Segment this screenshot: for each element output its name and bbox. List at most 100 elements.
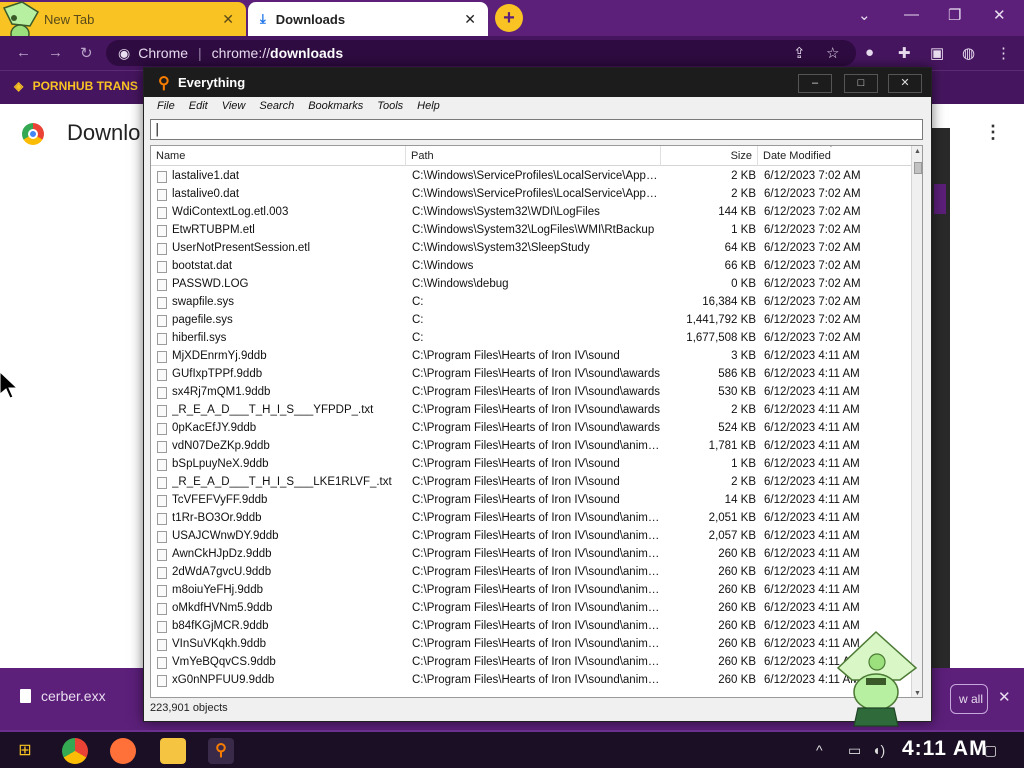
everything-taskbar-icon[interactable]: ⚲ — [208, 738, 234, 764]
row-name: VInSuVKqkh.9ddb — [172, 638, 266, 650]
table-row[interactable]: MjXDEnrmYj.9ddb C:\Program Files\Hearts o… — [151, 348, 911, 366]
menu-search[interactable]: Search — [252, 97, 301, 117]
new-tab-button[interactable]: + — [495, 4, 523, 32]
table-row[interactable]: GUfIxpTPPf.9ddb C:\Program Files\Hearts o… — [151, 366, 911, 384]
table-row[interactable]: bootstat.dat C:\Windows 66 KB 6/12/2023 7:0… — [151, 258, 911, 276]
table-row[interactable]: swapfile.sys C: 16,384 KB 6/12/2023 7:02 AM — [151, 294, 911, 312]
menu-edit[interactable]: Edit — [182, 97, 215, 117]
taskbar-clock[interactable]: 4:11 AM — [902, 737, 988, 761]
back-icon[interactable]: ← — [16, 44, 31, 61]
table-row[interactable]: AwnCkHJpDz.9ddb C:\Program Files\Hearts o… — [151, 546, 911, 564]
row-path: C:\Program Files\Hearts of Iron IV\sound — [412, 350, 620, 362]
table-row[interactable]: 2dWdA7gvcU.9ddb C:\Program Files\Hearts o… — [151, 564, 911, 582]
table-row[interactable]: oMkdfHVNm5.9ddb C:\Program Files\Hearts o… — [151, 600, 911, 618]
file-explorer-icon[interactable] — [160, 738, 186, 764]
results-list[interactable]: Name Path Size Date Modified ▼ lastalive… — [150, 145, 923, 698]
side-panel-icon[interactable]: ▣ — [930, 44, 944, 62]
minimize-icon[interactable]: – — [798, 74, 832, 93]
extension-avatar-icon[interactable]: ● — [865, 44, 874, 61]
row-size: 530 KB — [718, 386, 756, 398]
show-all-button[interactable]: w all — [950, 684, 988, 714]
forward-icon[interactable]: → — [48, 44, 63, 61]
bookmark-star-icon[interactable]: ☆ — [826, 44, 839, 62]
close-icon[interactable]: ✕ — [888, 74, 922, 93]
reload-icon[interactable]: ↻ — [80, 44, 93, 62]
mascot-sticker — [836, 630, 918, 727]
profile-icon[interactable]: ◍ — [962, 44, 975, 62]
table-row[interactable]: t1Rr-BO3Or.9ddb C:\Program Files\Hearts o… — [151, 510, 911, 528]
table-row[interactable]: TcVFEFVyFF.9ddb C:\Program Files\Hearts o… — [151, 492, 911, 510]
row-date: 6/12/2023 4:11 AM — [764, 548, 860, 560]
address-bar[interactable]: ◉ Chrome | chrome:// downloads — [106, 40, 856, 66]
restore-icon[interactable]: ❐ — [948, 6, 961, 24]
chevron-down-icon[interactable]: ⌄ — [858, 6, 871, 24]
menu-kebab-icon[interactable]: ⋮ — [996, 44, 1011, 62]
menu-file[interactable]: File — [150, 97, 182, 117]
tab-downloads[interactable]: ⤓ Downloads ✕ — [248, 2, 488, 36]
table-row[interactable]: WdiContextLog.etl.003 C:\Windows\System32… — [151, 204, 911, 222]
table-row[interactable]: _R_E_A_D___T_H_I_S___LKE1RLVF_.txt C:\Pro… — [151, 474, 911, 492]
share-icon[interactable]: ⇪ — [793, 44, 806, 62]
table-row[interactable]: VmYeBQqvCS.9ddb C:\Program Files\Hearts o… — [151, 654, 911, 672]
scroll-up-icon[interactable]: ▲ — [914, 148, 921, 155]
close-icon[interactable]: ✕ — [993, 6, 1006, 24]
file-icon — [157, 477, 167, 489]
network-icon[interactable]: ▭ — [848, 742, 861, 759]
table-row[interactable]: xG0nNPFUU9.9ddb C:\Program Files\Hearts o… — [151, 672, 911, 690]
table-row[interactable]: EtwRTUBPM.etl C:\Windows\System32\LogFile… — [151, 222, 911, 240]
table-row[interactable]: _R_E_A_D___T_H_I_S___YFPDP_.txt C:\Progra… — [151, 402, 911, 420]
bookmark-item[interactable]: ◈ PORNHUB TRANS — [14, 79, 138, 93]
table-row[interactable]: vdN07DeZKp.9ddb C:\Program Files\Hearts o… — [151, 438, 911, 456]
row-name: sx4Rj7mQM1.9ddb — [172, 386, 271, 398]
download-item[interactable]: cerber.exx — [20, 688, 106, 704]
start-icon[interactable]: ⊞ — [12, 738, 38, 764]
tray-chevron-icon[interactable]: ^ — [816, 742, 823, 758]
tab-close-icon[interactable]: ✕ — [222, 11, 234, 28]
column-date-modified[interactable]: Date Modified — [758, 146, 911, 166]
table-row[interactable]: 0pKacEfJY.9ddb C:\Program Files\Hearts of… — [151, 420, 911, 438]
chrome-taskbar-icon[interactable] — [62, 738, 88, 764]
table-row[interactable]: sx4Rj7mQM1.9ddb C:\Program Files\Hearts o… — [151, 384, 911, 402]
table-row[interactable]: m8oiuYeFHj.9ddb C:\Program Files\Hearts o… — [151, 582, 911, 600]
download-filename: cerber.exx — [41, 688, 106, 704]
notification-icon[interactable]: ▢ — [984, 742, 997, 759]
menu-help[interactable]: Help — [410, 97, 447, 117]
row-path: C:\Program Files\Hearts of Iron IV\sound… — [412, 422, 660, 434]
table-row[interactable]: hiberfil.sys C: 1,677,508 KB 6/12/2023 7:02… — [151, 330, 911, 348]
maximize-icon[interactable]: □ — [844, 74, 878, 93]
menu-bookmarks[interactable]: Bookmarks — [301, 97, 370, 117]
row-name: bootstat.dat — [172, 260, 233, 272]
table-row[interactable]: lastalive0.dat C:\Windows\ServiceProfiles… — [151, 186, 911, 204]
table-row[interactable]: bSpLpuyNeX.9ddb C:\Program Files\Hearts o… — [151, 456, 911, 474]
menu-tools[interactable]: Tools — [370, 97, 410, 117]
table-row[interactable]: USAJCWnwDY.9ddb C:\Program Files\Hearts o… — [151, 528, 911, 546]
column-name[interactable]: Name — [151, 146, 406, 166]
firefox-taskbar-icon[interactable] — [110, 738, 136, 764]
extensions-puzzle-icon[interactable]: ✚ — [898, 44, 911, 62]
table-row[interactable]: VInSuVKqkh.9ddb C:\Program Files\Hearts o… — [151, 636, 911, 654]
menu-view[interactable]: View — [215, 97, 253, 117]
row-path: C:\Program Files\Hearts of Iron IV\sound… — [412, 674, 662, 686]
page-menu-icon[interactable]: ⋮ — [984, 122, 1002, 143]
row-name: WdiContextLog.etl.003 — [172, 206, 289, 218]
scroll-thumb[interactable] — [914, 162, 922, 174]
table-row[interactable]: PASSWD.LOG C:\Windows\debug 0 KB 6/12/2023 … — [151, 276, 911, 294]
everything-titlebar[interactable]: ⚲ Everything – □ ✕ — [144, 68, 931, 97]
minimize-icon[interactable]: — — [904, 6, 919, 23]
column-path[interactable]: Path — [406, 146, 661, 166]
table-row[interactable]: lastalive1.dat C:\Windows\ServiceProfiles… — [151, 168, 911, 186]
table-row[interactable]: pagefile.sys C: 1,441,792 KB 6/12/2023 7:02… — [151, 312, 911, 330]
vertical-scrollbar[interactable]: ▲ ▼ — [911, 146, 922, 697]
row-path: C:\Program Files\Hearts of Iron IV\sound… — [412, 566, 662, 578]
table-row[interactable]: UserNotPresentSession.etl C:\Windows\Syst… — [151, 240, 911, 258]
shelf-close-icon[interactable]: ✕ — [998, 688, 1011, 706]
table-row[interactable]: b84fKGjMCR.9ddb C:\Program Files\Hearts o… — [151, 618, 911, 636]
search-input[interactable]: | — [150, 119, 923, 140]
row-size: 1 KB — [731, 458, 756, 470]
tab-close-icon[interactable]: ✕ — [464, 11, 476, 28]
column-size[interactable]: Size — [661, 146, 758, 166]
row-size: 2 KB — [731, 476, 756, 488]
volume-icon[interactable]: ◖) — [872, 742, 885, 758]
file-icon — [157, 495, 167, 507]
row-size: 260 KB — [718, 548, 756, 560]
